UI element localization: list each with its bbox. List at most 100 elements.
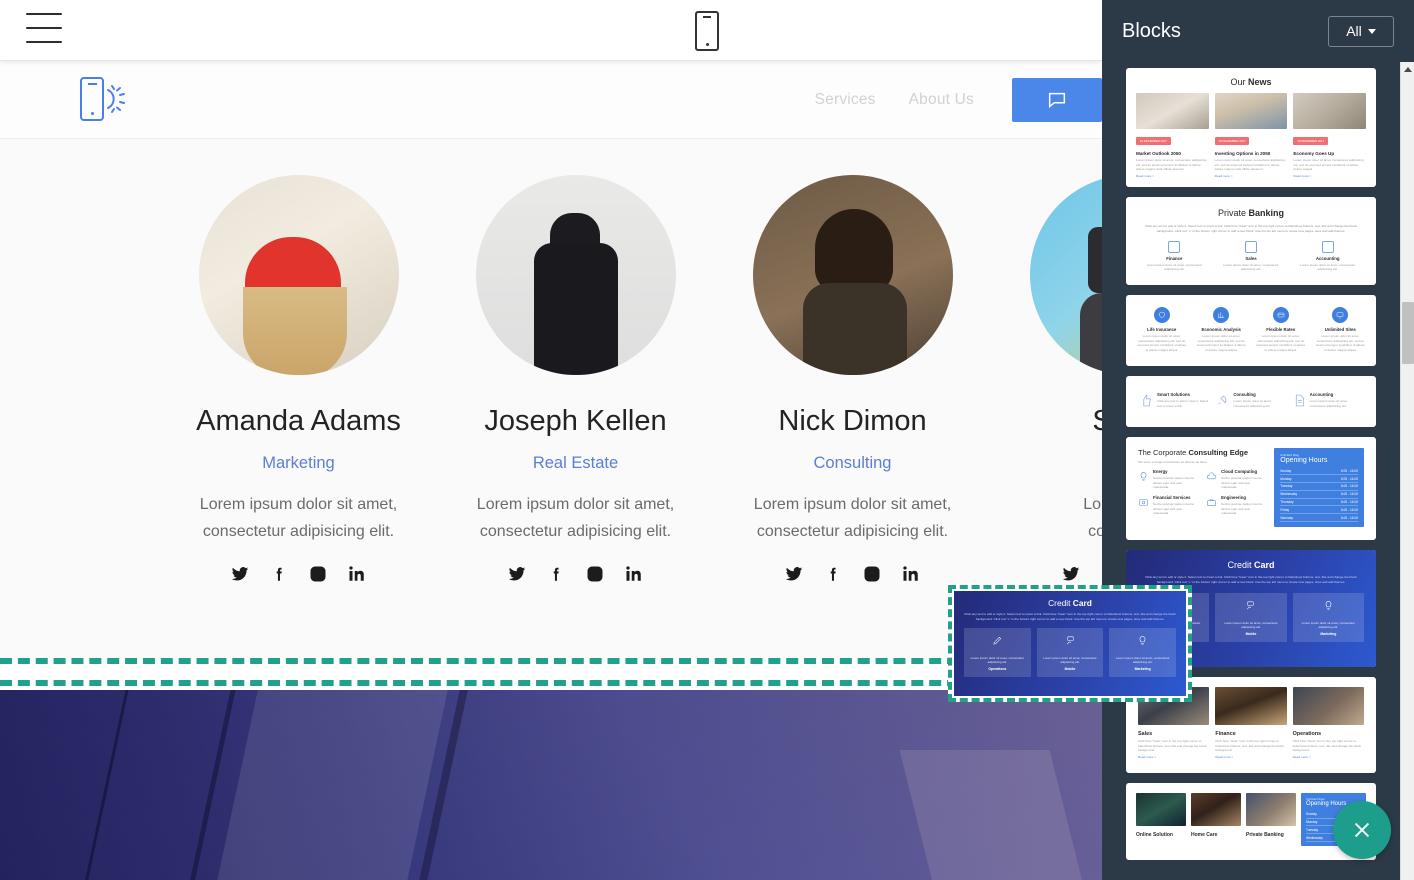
blocks-panel-scrollbar[interactable] (1400, 62, 1414, 880)
feature-body: Lorem ipsum dolor sit amet, consectetur … (1309, 399, 1348, 408)
facebook-icon[interactable] (270, 565, 288, 583)
card-link[interactable]: Read more > (1293, 174, 1366, 178)
dragged-block-ghost[interactable]: Credit Card Click any text to edit or st… (948, 585, 1192, 702)
card-tag: 15 DECEMBER 2017 (1136, 137, 1171, 145)
facebook-icon[interactable] (547, 565, 565, 583)
nav-link-services[interactable]: Services (815, 91, 876, 109)
feature-body: Click any text to edit or style it. Sele… (1157, 399, 1209, 408)
briefcase-icon (1206, 495, 1217, 506)
feature-body: Seche pulvinar sapien viverra dictent eg… (1153, 476, 1194, 490)
feature-body: Lorem ipsum dolor sit amet, consectetur … (1315, 333, 1365, 352)
nav-cta-button[interactable] (1012, 78, 1102, 122)
block-thumbnail-our-news[interactable]: Our News 15 DECEMBER 2017 Market Outlook… (1126, 68, 1376, 187)
close-panel-button[interactable] (1333, 801, 1391, 859)
card-link[interactable]: Read more > (1136, 174, 1209, 178)
phone-sun-logo-icon[interactable] (80, 75, 132, 123)
scrollbar-thumb[interactable] (1402, 302, 1414, 364)
hours-row: Monday8.00 - 16.00 (1280, 475, 1358, 484)
feature-body: Seche pulvinar sapien viverra dictent eg… (1221, 501, 1262, 516)
feature-body: Lorem ipsum dolor sit amet, consectetur … (1223, 262, 1279, 272)
card-body: Click blue "Gear" icon in the top right … (1292, 739, 1362, 753)
twitter-icon[interactable] (231, 565, 249, 583)
card-heading: Online Solution (1136, 831, 1173, 838)
thumb-image (1292, 687, 1364, 725)
instagram-icon[interactable] (586, 565, 604, 583)
feature-body: Lorem ipsum dolor sit amet, consectetur … (1300, 262, 1356, 272)
member-social-links (160, 565, 437, 583)
chat-bubble-icon (1048, 92, 1066, 108)
card-link[interactable]: Read more > (1138, 755, 1209, 759)
hours-heading: Opening Hours (1280, 456, 1328, 464)
card-name: Mobile (1064, 667, 1076, 672)
card-heading: Sales (1138, 731, 1153, 737)
card-link[interactable]: Read more > (1215, 174, 1288, 178)
hours-row: Sunday8.00 - 16.00 (1280, 468, 1358, 476)
pen-icon (993, 636, 1001, 645)
member-role: Marketing (262, 454, 335, 472)
hamburger-menu-icon[interactable] (26, 13, 62, 47)
feature-item: Cloud Computing Seche pulvinar sapien vi… (1206, 469, 1266, 490)
card-link[interactable]: Read more > (1215, 755, 1286, 759)
member-role: Real Estate (532, 454, 619, 472)
hours-pre: Unlimited Sites (1306, 796, 1325, 801)
twitter-icon[interactable] (785, 565, 803, 583)
member-role: Consulting (813, 454, 892, 472)
card-name: Marketing (1320, 632, 1337, 637)
block-thumbnail-consulting-edge[interactable]: The Corporate Consulting Edge We serve a… (1126, 436, 1376, 540)
card-name: Mobile (1245, 632, 1257, 637)
block-thumbnail-feature-circles[interactable]: Life Insurance Lorem ipsum dolor sit ame… (1126, 294, 1376, 367)
chart-icon (1213, 306, 1230, 323)
card-body: Lorem ipsum dolor sit amet, consectetur … (1214, 158, 1286, 172)
team-member-card[interactable]: Steve Trans Lorem ipsumconsectetur (991, 175, 1102, 583)
hours-row: Friday 8.00 - 16.00 (1280, 506, 1358, 515)
card-link[interactable]: Read more > (1293, 755, 1364, 759)
twitter-icon[interactable] (1062, 565, 1080, 583)
website-builder-app: Services About Us Amanda Adams Marketing… (0, 0, 1414, 880)
mobile-device-icon[interactable] (695, 11, 719, 51)
twitter-icon[interactable] (508, 565, 526, 583)
rocket-icon (1216, 394, 1229, 407)
feature-column: Finance Lorem ipsum dolor sit amet, cons… (1140, 240, 1209, 272)
block-thumbnail-private-banking[interactable]: Private Banking Click any text to edit o… (1126, 196, 1376, 285)
instagram-icon[interactable] (309, 565, 327, 583)
team-member-card[interactable]: Joseph Kellen Real Estate Lorem ipsum do… (437, 175, 714, 583)
feature-label: Engineering (1221, 494, 1246, 500)
chevron-down-icon (1367, 28, 1376, 34)
card-body: Lorem ipsum dolor sit amet, consectetur … (1136, 158, 1207, 172)
team-member-card[interactable]: Amanda Adams Marketing Lorem ipsum dolor… (160, 175, 437, 583)
scroll-up-arrow-icon[interactable] (1401, 62, 1414, 76)
feature-label: Life Insurance (1147, 326, 1177, 332)
document-icon (1293, 394, 1306, 407)
feature-item: Financial Services Seche pulvinar sapien… (1138, 495, 1198, 516)
block-thumbnail-icon-row[interactable]: Smart Solutions Click any text to edit o… (1126, 376, 1376, 427)
site-navbar: Services About Us (0, 61, 1102, 139)
card-body: Lorem ipsum dolor sit amet, consectetur … (1043, 655, 1097, 664)
money-icon (1138, 495, 1149, 506)
linkedin-icon[interactable] (625, 565, 643, 583)
thumb-title: Our News (1230, 77, 1272, 87)
thumb-image (1246, 792, 1296, 826)
block-filter-dropdown[interactable]: All (1328, 15, 1394, 47)
feature-item: Energy Seche pulvinar sapien viverra dic… (1138, 469, 1198, 490)
member-social-links (437, 565, 714, 583)
card-heading: Economy Goes Up (1293, 151, 1335, 156)
hero-image-block[interactable] (0, 690, 1102, 880)
hours-row: Thursday 8.00 - 16.00 (1280, 499, 1358, 507)
feature-label: Accounting (1309, 392, 1334, 398)
thumb-image (1191, 792, 1241, 826)
linkedin-icon[interactable] (902, 565, 920, 583)
instagram-icon[interactable] (863, 565, 881, 583)
team-member-card[interactable]: Nick Dimon Consulting Lorem ipsum dolor … (714, 175, 991, 583)
feature-label: Energy (1153, 469, 1168, 475)
card-body: Lorem ipsum dolor sit amet, consectetur … (1116, 655, 1170, 664)
facebook-icon[interactable] (824, 565, 842, 583)
hand-card-icon (1066, 636, 1074, 644)
blocks-list[interactable]: Our News 15 DECEMBER 2017 Market Outlook… (1102, 62, 1400, 880)
member-social-links (714, 565, 991, 583)
linkedin-icon[interactable] (348, 565, 366, 583)
feature-label: Flexible Rates (1266, 326, 1296, 332)
member-description: Lorem ipsum dolor sit amet, consectetur … (199, 496, 398, 540)
nav-link-about-us[interactable]: About Us (909, 91, 974, 109)
card-heading: Finance (1215, 731, 1236, 737)
blocks-panel: Blocks All Our News 15 DECEMBER 2017 Mar… (1102, 0, 1414, 880)
